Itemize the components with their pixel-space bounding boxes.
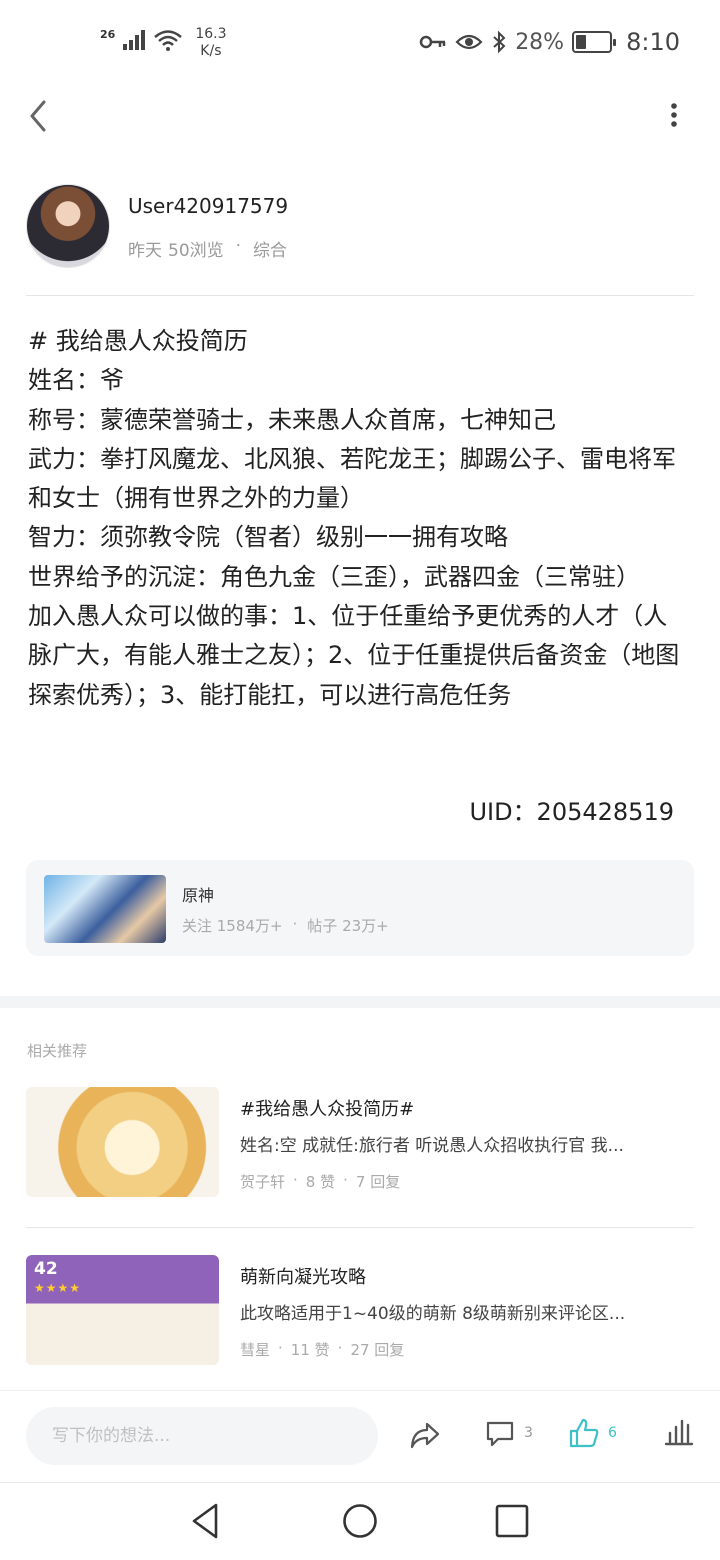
- related-replies: 27 回复: [350, 1341, 405, 1359]
- meta-dot: ·: [343, 1171, 348, 1189]
- game-card[interactable]: 原神 关注 1584万+ · 帖子 23万+: [26, 860, 694, 956]
- comment-input[interactable]: [26, 1407, 378, 1465]
- comment-button[interactable]: 3: [484, 1417, 533, 1449]
- game-name: 原神: [182, 886, 215, 905]
- network-speed: 16.3 K/s: [195, 26, 226, 60]
- thumbs-up-icon: [569, 1418, 599, 1448]
- meta-dot: ·: [278, 1339, 283, 1357]
- related-item-desc: 此攻略适用于1~40级的萌新 8级萌新别来评论区...: [240, 1304, 626, 1324]
- divider: [26, 295, 694, 296]
- view-count: 50浏览: [168, 241, 224, 261]
- stats-separator: ·: [292, 915, 298, 933]
- status-right: 28% 8:10: [419, 28, 680, 56]
- divider: [26, 1227, 694, 1228]
- post-meta: 昨天 50浏览 · 综合: [128, 236, 287, 261]
- post-line: 称号：蒙德荣誉骑士，未来愚人众首席，七神知己: [28, 405, 556, 434]
- nav-recents-icon[interactable]: [492, 1501, 532, 1541]
- post-line: 世界给予的沉淀：角色九金（三歪），武器四金（三常驻）: [28, 562, 640, 591]
- section-separator: [0, 996, 720, 1008]
- key-icon: [419, 35, 446, 49]
- share-icon: [410, 1422, 440, 1449]
- system-nav-bar: [0, 1482, 720, 1560]
- game-posts: 帖子 23万+: [307, 917, 389, 935]
- meta-separator: ·: [235, 236, 242, 256]
- related-title: 相关推荐: [27, 1042, 88, 1060]
- meta-dot: ·: [293, 1171, 298, 1189]
- related-thumbnail: [26, 1087, 219, 1197]
- like-button[interactable]: 6: [568, 1417, 617, 1449]
- related-item-meta: 彗星 · 11 赞 · 27 回复: [240, 1339, 404, 1360]
- nav-back-icon[interactable]: [186, 1501, 226, 1541]
- related-likes: 8 赞: [305, 1173, 336, 1191]
- related-item-desc: 姓名:空 成就任:旅行者 听说愚人众招收执行官 我...: [240, 1136, 624, 1156]
- game-followers: 关注 1584万+: [182, 917, 283, 935]
- post-uid: UID：205428519: [469, 798, 674, 826]
- thumb-level: 42: [34, 1259, 58, 1279]
- post-content: # 我给愚人众投简历 姓名：爷 称号：蒙德荣誉骑士，未来愚人众首席，七神知己 武…: [28, 322, 688, 715]
- related-item-title: #我给愚人众投简历#: [240, 1099, 415, 1120]
- battery-percent: 28%: [515, 29, 565, 55]
- status-bar: 26 16.3 K/s 28% 8:10: [0, 0, 720, 84]
- thumb-stars: ★★★★: [34, 1281, 82, 1295]
- share-button[interactable]: [408, 1417, 442, 1451]
- bluetooth-icon: [493, 30, 506, 54]
- related-thumbnail: 42 ★★★★: [26, 1255, 219, 1365]
- speed-value: 16.3: [195, 26, 227, 42]
- back-icon[interactable]: [24, 96, 54, 136]
- comment-count: 3: [524, 1425, 533, 1441]
- related-item-meta: 贺子轩 · 8 赞 · 7 回复: [240, 1171, 400, 1192]
- speed-unit: K/s: [200, 43, 222, 59]
- post-time: 昨天: [128, 241, 162, 261]
- related-item[interactable]: 42 ★★★★ 萌新向凝光攻略 此攻略适用于1~40级的萌新 8级萌新别来评论区…: [26, 1255, 694, 1365]
- network-type: 26: [100, 28, 116, 41]
- username[interactable]: User420917579: [128, 194, 288, 218]
- related-likes: 11 赞: [290, 1341, 330, 1359]
- related-author: 彗星: [240, 1341, 271, 1359]
- stats-button[interactable]: [664, 1417, 694, 1447]
- related-author: 贺子轩: [240, 1173, 286, 1191]
- related-item-title: 萌新向凝光攻略: [240, 1267, 366, 1288]
- post-line: 加入愚人众可以做的事：1、位于任重给予更优秀的人才（人脉广大，有能人雅士之友）；…: [28, 602, 680, 709]
- post-line: 武力：拳打风魔龙、北风狼、若陀龙王；脚踢公子、雷电将军和女士（拥有世界之外的力量…: [28, 444, 676, 513]
- clock: 8:10: [626, 28, 680, 56]
- post-line: 姓名：爷: [28, 366, 124, 395]
- action-bar: 3 6: [0, 1390, 720, 1482]
- game-stats: 关注 1584万+ · 帖子 23万+: [182, 915, 389, 936]
- post-line: 智力：须弥教令院（智者）级别一一拥有攻略: [28, 523, 508, 552]
- bar-chart-icon: [664, 1419, 694, 1446]
- related-item[interactable]: #我给愚人众投简历# 姓名:空 成就任:旅行者 听说愚人众招收执行官 我... …: [26, 1087, 694, 1197]
- signal-icon: [123, 28, 146, 50]
- avatar[interactable]: [26, 184, 110, 268]
- eye-icon: [455, 34, 483, 50]
- comment-icon: [486, 1421, 514, 1447]
- post-category[interactable]: 综合: [253, 236, 287, 261]
- like-count: 6: [608, 1425, 617, 1441]
- related-replies: 7 回复: [355, 1173, 401, 1191]
- meta-dot: ·: [337, 1339, 343, 1357]
- wifi-icon: [154, 30, 183, 51]
- more-options-icon[interactable]: [664, 100, 684, 134]
- nav-home-icon[interactable]: [340, 1501, 380, 1541]
- status-left: 26 16.3 K/s: [100, 26, 226, 60]
- game-thumbnail: [44, 875, 166, 943]
- battery-icon: [572, 31, 617, 53]
- post-line[interactable]: # 我给愚人众投简历: [28, 322, 688, 361]
